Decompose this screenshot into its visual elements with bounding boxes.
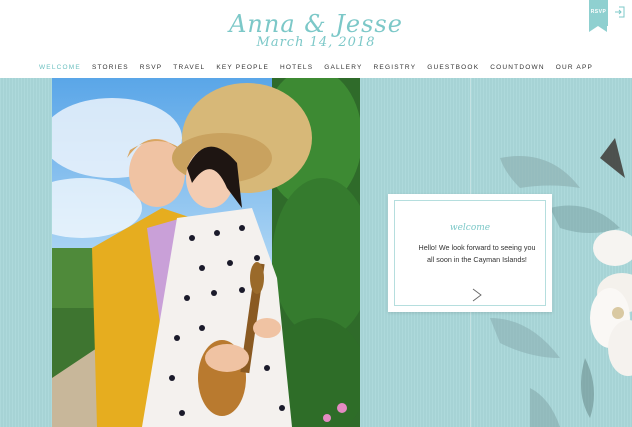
nav-welcome[interactable]: WELCOME — [33, 63, 86, 75]
nav-hotels[interactable]: HOTELS — [275, 63, 319, 75]
nav-gallery[interactable]: GALLERY — [319, 63, 368, 75]
nav-countdown[interactable]: COUNTDOWN — [485, 63, 551, 75]
nav-stories[interactable]: STORIES — [86, 63, 134, 75]
nav-guestbook[interactable]: GUESTBOOK — [422, 63, 485, 75]
wedding-date: March 14, 2018 — [256, 35, 376, 50]
chevron-right-icon[interactable] — [471, 288, 483, 302]
welcome-card: welcome Hello! We look forward to seeing… — [388, 194, 552, 312]
nav-key-people[interactable]: KEY PEOPLE — [211, 63, 275, 75]
nav-travel[interactable]: TRAVEL — [168, 63, 211, 75]
nav-our-app[interactable]: OUR APP — [550, 63, 598, 75]
nav-registry[interactable]: REGISTRY — [368, 63, 422, 75]
hero-section: welcome Hello! We look forward to seeing… — [0, 78, 632, 427]
welcome-card-border: welcome Hello! We look forward to seeing… — [394, 200, 546, 306]
main-navigation: WELCOME STORIES RSVP TRAVEL KEY PEOPLE H… — [0, 63, 632, 75]
couple-photo — [52, 78, 360, 427]
welcome-message: Hello! We look forward to seeing you all… — [418, 243, 536, 264]
rsvp-ribbon-button[interactable]: RSVP — [589, 0, 608, 32]
welcome-title: welcome — [449, 223, 491, 233]
nav-rsvp[interactable]: RSVP — [134, 63, 168, 75]
login-icon[interactable] — [614, 6, 626, 18]
couple-names-logo[interactable]: Anna & Jesse — [0, 10, 632, 38]
site-header: Anna & Jesse March 14, 2018 RSVP WELCOME… — [0, 0, 632, 78]
